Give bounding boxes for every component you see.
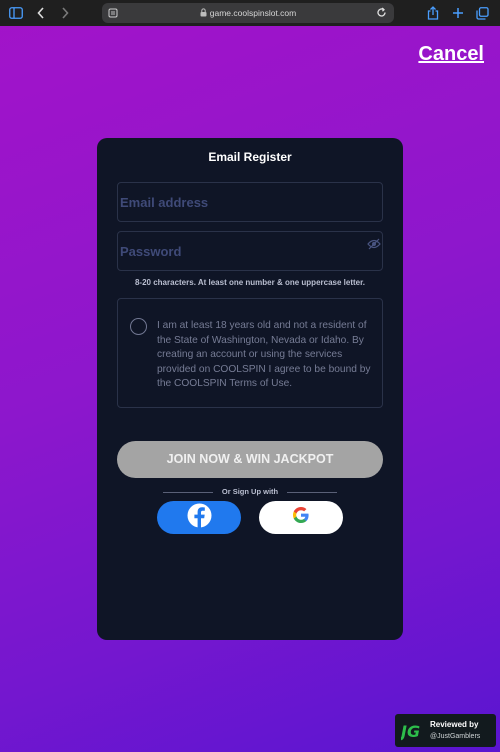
- google-signup-button[interactable]: [259, 501, 343, 534]
- eye-icon[interactable]: [367, 237, 381, 250]
- reviewed-badge: JG Reviewed by @JustGamblers: [395, 714, 496, 747]
- new-tab-icon[interactable]: [450, 5, 466, 21]
- divider-line-right: [287, 492, 337, 493]
- reviewer-handle: @JustGamblers: [430, 733, 481, 740]
- url-text: game.coolspinslot.com: [209, 8, 297, 18]
- tabs-icon[interactable]: [474, 5, 490, 21]
- password-field[interactable]: [117, 231, 383, 271]
- terms-box: I am at least 18 years old and not a res…: [117, 298, 383, 408]
- terms-text: I am at least 18 years old and not a res…: [157, 320, 371, 390]
- join-button[interactable]: JOIN NOW & WIN JACKPOT: [117, 441, 383, 478]
- sidebar-icon[interactable]: [8, 5, 24, 21]
- facebook-icon: [187, 503, 212, 533]
- register-title: Email Register: [208, 150, 292, 164]
- register-card: Email Register 8-20 characters. At least…: [97, 138, 403, 640]
- terms-checkbox[interactable]: [130, 318, 147, 335]
- forward-icon[interactable]: [57, 5, 73, 21]
- email-input[interactable]: [118, 183, 382, 221]
- divider-label: Or Sign Up with: [221, 487, 279, 496]
- reviewed-title: Reviewed by: [430, 720, 479, 729]
- svg-text:JG: JG: [401, 722, 420, 741]
- share-icon[interactable]: [425, 5, 441, 21]
- browser-toolbar: game.coolspinslot.com: [0, 0, 500, 26]
- lock-icon: [200, 7, 207, 19]
- justgamblers-logo: JG: [398, 721, 425, 746]
- password-hint: 8-20 characters. At least one number & o…: [134, 278, 365, 287]
- password-input[interactable]: [118, 232, 382, 270]
- address-bar[interactable]: game.coolspinslot.com: [102, 3, 394, 23]
- cancel-link[interactable]: Cancel: [418, 43, 484, 66]
- reader-icon[interactable]: [108, 8, 118, 20]
- back-icon[interactable]: [33, 5, 49, 21]
- reload-icon[interactable]: [376, 7, 387, 20]
- facebook-signup-button[interactable]: [157, 501, 241, 534]
- email-field[interactable]: [117, 182, 383, 222]
- google-icon: [293, 507, 309, 528]
